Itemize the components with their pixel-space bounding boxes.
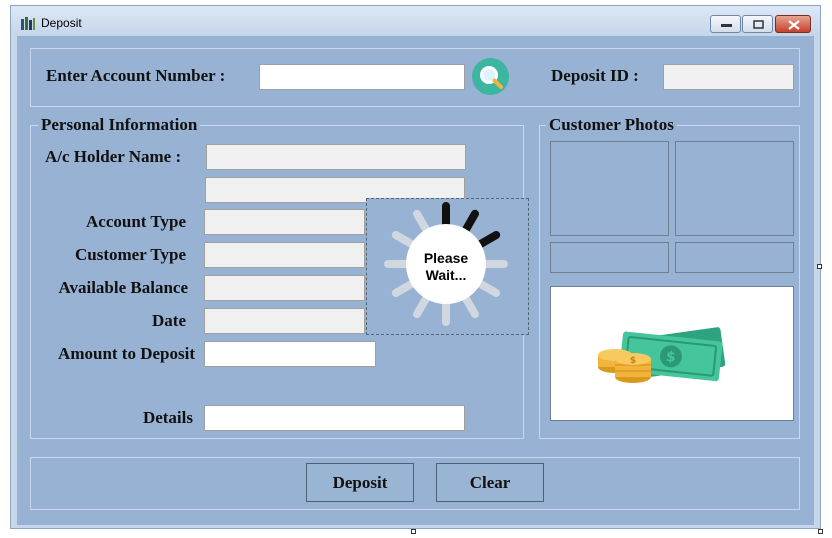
deposit-id-field[interactable] — [663, 64, 794, 90]
photo-slot-2 — [675, 141, 794, 236]
date-label: Date — [152, 311, 186, 330]
deposit-window: Deposit Enter Account Number : Deposit I… — [10, 5, 821, 529]
customer-type-label: Customer Type — [75, 245, 186, 264]
deposit-id-label: Deposit ID : — [551, 66, 639, 85]
photo-slot-1 — [550, 141, 669, 236]
loading-overlay: Please Wait... — [366, 198, 529, 335]
account-number-label: Enter Account Number : — [46, 66, 226, 85]
money-stack-icon: $ $ — [598, 327, 726, 383]
resize-grip-right[interactable] — [817, 264, 822, 269]
customer-type-field — [204, 242, 365, 268]
amount-label: Amount to Deposit — [58, 344, 195, 363]
deposit-button[interactable]: Deposit — [306, 463, 414, 502]
customer-photos-legend: Customer Photos — [546, 115, 677, 135]
action-panel — [30, 457, 800, 510]
magnifier-icon — [480, 66, 503, 89]
please-wait-line-2: Wait... — [425, 267, 467, 283]
holder-name-field — [206, 144, 466, 170]
please-wait-text: Please Wait... — [406, 250, 486, 284]
app-icon — [21, 17, 35, 30]
date-field — [204, 308, 365, 334]
clear-button[interactable]: Clear — [436, 463, 544, 502]
maximize-button[interactable] — [742, 15, 773, 33]
resize-grip-bottom[interactable] — [411, 529, 416, 534]
minimize-button[interactable] — [710, 15, 741, 33]
money-image: $ $ — [550, 286, 794, 421]
minimize-icon — [721, 24, 732, 27]
window-title: Deposit — [41, 16, 82, 30]
title-bar[interactable]: Deposit — [11, 6, 820, 36]
svg-text:$: $ — [665, 349, 676, 366]
account-number-input[interactable] — [259, 64, 465, 90]
please-wait-line-1: Please — [423, 250, 469, 266]
details-label: Details — [142, 408, 193, 427]
details-input[interactable] — [204, 405, 465, 431]
personal-info-legend: Personal Information — [38, 115, 201, 135]
svg-text:$: $ — [630, 356, 636, 366]
account-type-field — [204, 209, 365, 235]
close-button[interactable] — [775, 15, 811, 33]
close-icon — [788, 20, 800, 30]
account-type-label: Account Type — [86, 212, 186, 231]
form-client-area: Enter Account Number : Deposit ID : Pers… — [17, 36, 814, 525]
resize-grip-corner[interactable] — [818, 529, 823, 534]
search-button[interactable] — [472, 58, 509, 95]
signature-slot-1 — [550, 242, 669, 273]
available-balance-field — [204, 275, 365, 301]
signature-slot-2 — [675, 242, 794, 273]
amount-input[interactable] — [204, 341, 376, 367]
holder-name-label: A/c Holder Name : — [45, 147, 182, 166]
restore-icon — [753, 20, 764, 29]
available-balance-label: Available Balance — [58, 278, 188, 297]
